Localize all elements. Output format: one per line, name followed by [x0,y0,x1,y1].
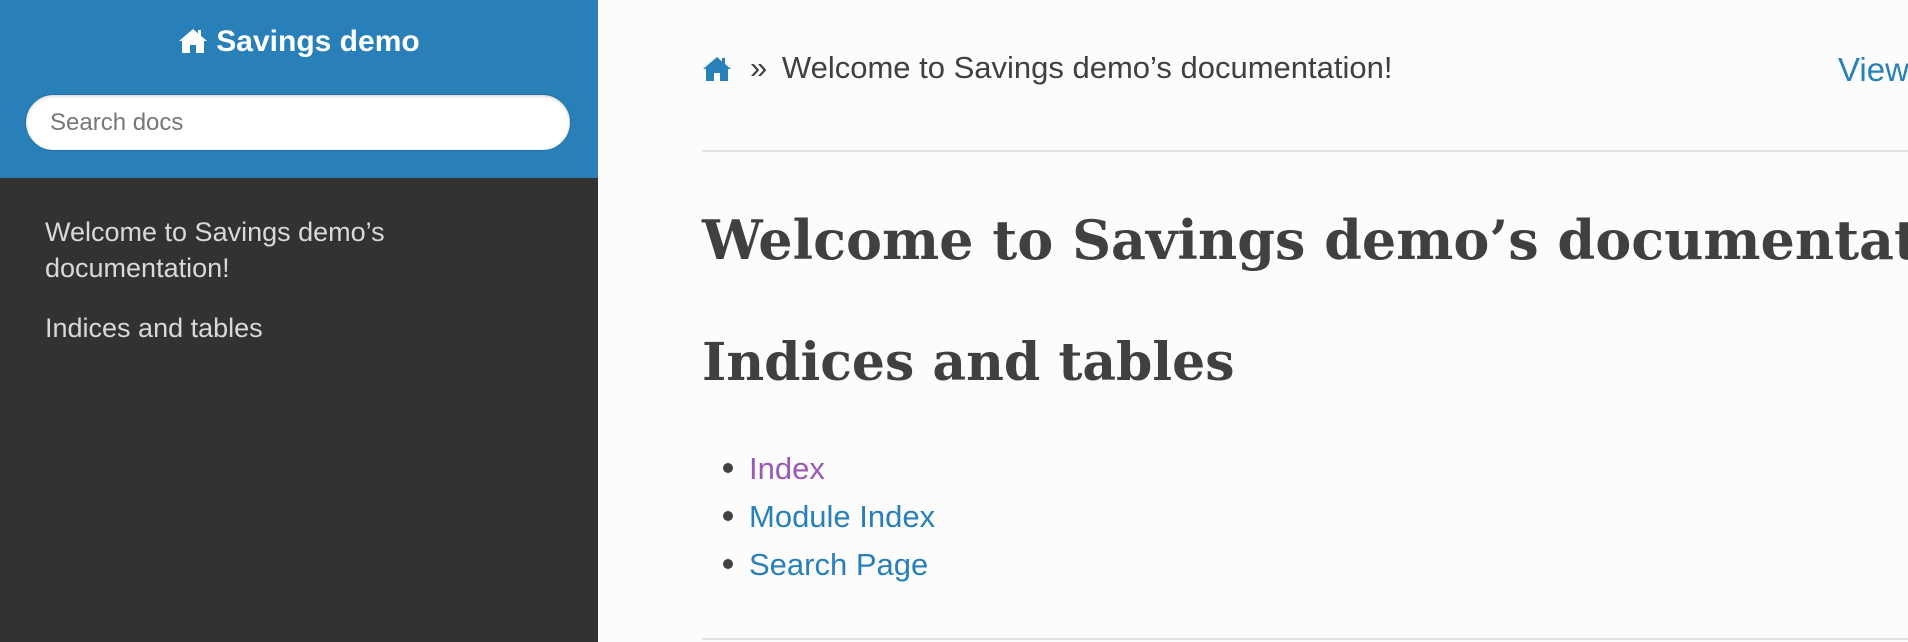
section-heading: Indices and tables [702,332,1235,393]
breadcrumb-home-link[interactable] [702,52,732,92]
page-title: Welcome to Savings demo’s documentation! [702,208,1908,272]
project-title-link[interactable]: Savings demo [0,22,598,65]
home-icon [703,57,731,81]
breadcrumb: » Welcome to Savings demo’s documentatio… [702,48,1392,92]
sidebar: Savings demo Welcome to Savings demo’s d… [0,0,598,642]
bullet [723,462,733,473]
header-divider [702,150,1908,152]
footer-divider [702,638,1908,640]
sidebar-item-welcome[interactable]: Welcome to Savings demo’s documentation! [45,214,565,286]
list-item: Search Page [702,541,935,589]
sidebar-header: Savings demo [0,0,598,178]
project-title: Savings demo [216,25,420,58]
breadcrumb-separator: » [750,50,768,85]
main-content: » Welcome to Savings demo’s documentatio… [598,0,1908,642]
bullet [723,558,733,569]
sidebar-item-indices[interactable]: Indices and tables [45,310,565,346]
module-index-link[interactable]: Module Index [749,499,935,534]
sidebar-nav: Welcome to Savings demo’s documentation!… [45,214,565,370]
home-icon [178,25,208,65]
search-input[interactable] [25,94,571,151]
bullet [723,510,733,521]
search-page-link[interactable]: Search Page [749,547,928,582]
list-item: Index [702,445,935,493]
list-item: Module Index [702,493,935,541]
index-link[interactable]: Index [749,451,825,486]
index-links: Index Module Index Search Page [702,445,935,589]
view-page-source-link[interactable]: View [1838,50,1908,90]
breadcrumb-current: Welcome to Savings demo’s documentation! [781,50,1393,85]
